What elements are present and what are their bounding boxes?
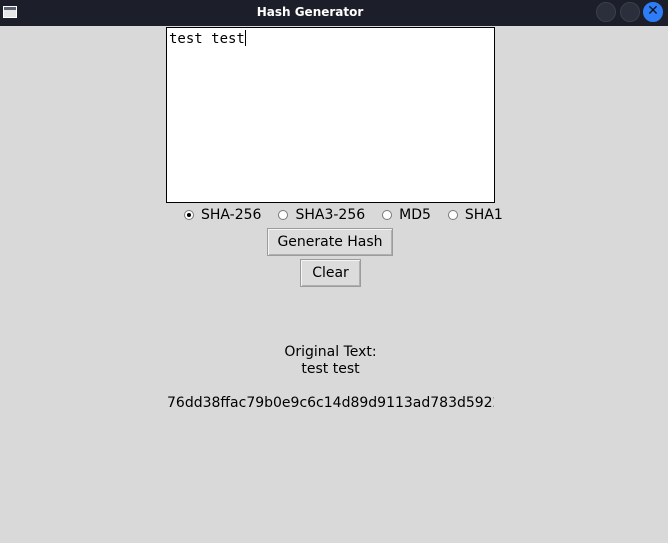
radio-label: SHA1 xyxy=(464,207,503,223)
close-icon: ✕ xyxy=(647,3,659,19)
radio-button-icon[interactable] xyxy=(382,210,393,220)
original-text-value: test test xyxy=(301,361,360,377)
radio-label: SHA3-256 xyxy=(295,207,366,223)
algorithm-radio-group: SHA-256 SHA3-256 MD5 SHA1 xyxy=(180,206,516,224)
close-button[interactable]: ✕ xyxy=(643,2,663,22)
title-bar: Hash Generator ✕ xyxy=(0,0,668,26)
window-title: Hash Generator xyxy=(256,5,364,19)
radio-sha3-256[interactable]: SHA3-256 xyxy=(274,207,365,223)
radio-sha1[interactable]: SHA1 xyxy=(444,207,503,223)
input-text-value: test test xyxy=(169,31,245,47)
radio-label: SHA-256 xyxy=(201,207,262,223)
radio-button-icon[interactable] xyxy=(278,210,289,220)
hash-output: 76dd38ffac79b0e9c6c14d89d9113ad783d59225… xyxy=(167,395,494,411)
radio-sha256[interactable]: SHA-256 xyxy=(180,207,261,223)
original-text-label: Original Text: xyxy=(284,344,377,360)
radio-label: MD5 xyxy=(399,207,431,223)
clear-button[interactable]: Clear xyxy=(300,259,361,287)
generate-hash-button[interactable]: Generate Hash xyxy=(267,228,393,256)
text-cursor xyxy=(244,30,246,46)
radio-button-icon[interactable] xyxy=(184,210,194,220)
radio-button-icon[interactable] xyxy=(447,210,458,220)
radio-md5[interactable]: MD5 xyxy=(378,207,431,223)
maximize-button[interactable] xyxy=(620,2,640,22)
input-text-area[interactable]: test test xyxy=(166,27,495,203)
minimize-button[interactable] xyxy=(596,2,616,22)
